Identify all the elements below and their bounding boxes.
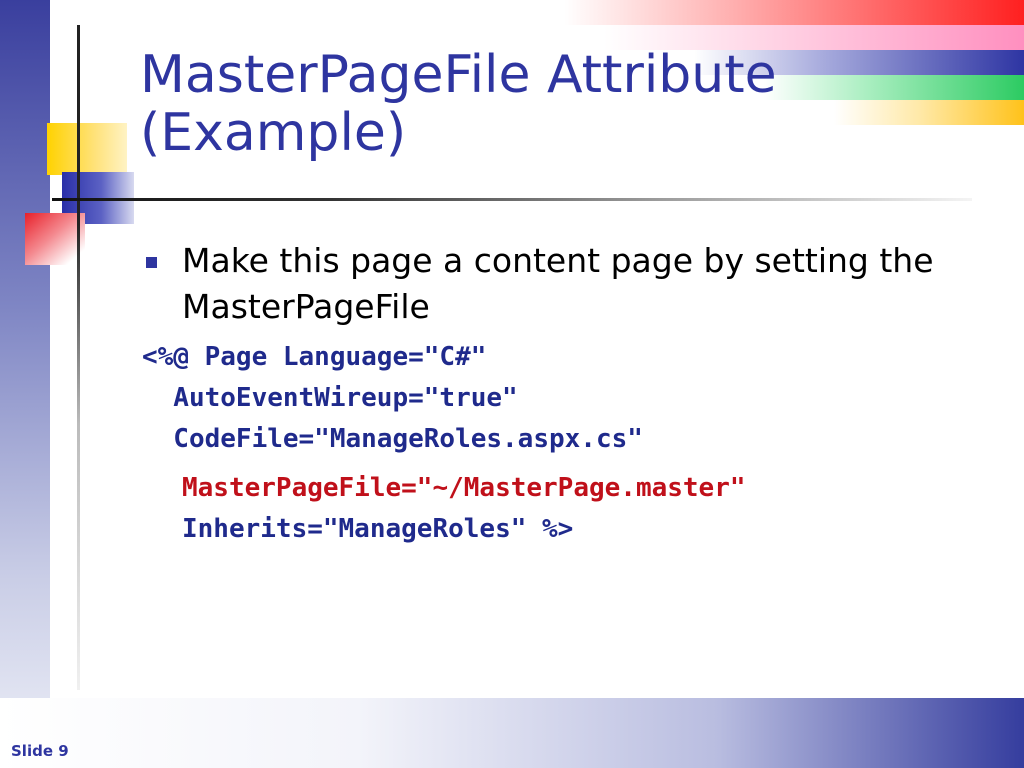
title-line-2: (Example) [140,103,407,163]
slide-title: MasterPageFile Attribute (Example) [140,46,920,162]
slide: MasterPageFile Attribute (Example) Make … [0,0,1024,768]
decor-stripe-red [564,0,1024,25]
decor-square-yellow [47,123,127,175]
code-line-3: CodeFile="ManageRoles.aspx.cs" [142,424,643,454]
title-underline [52,198,972,201]
title-line-1: MasterPageFile Attribute [140,45,777,105]
vertical-divider [77,25,80,690]
decor-square-red [25,213,85,265]
code-block-masterpage: MasterPageFile="~/MasterPage.master" Inh… [182,468,746,550]
slide-number: Slide 9 [11,742,69,760]
bottom-gradient-band [0,698,1024,768]
code-line-inherits: Inherits="ManageRoles" %> [182,514,574,544]
code-line-masterpagefile: MasterPageFile="~/MasterPage.master" [182,473,746,503]
bullet-line-2: MasterPageFile [182,287,430,326]
code-block-page-directive: <%@ Page Language="C#" AutoEventWireup="… [142,337,643,460]
bullet-text: Make this page a content page by setting… [182,238,992,330]
bullet-line-1: Make this page a content page by setting… [182,241,934,280]
square-bullet-icon [146,257,157,268]
code-line-1: <%@ Page Language="C#" [142,342,487,372]
code-line-2: AutoEventWireup="true" [142,383,518,413]
left-gradient-band [0,0,50,768]
